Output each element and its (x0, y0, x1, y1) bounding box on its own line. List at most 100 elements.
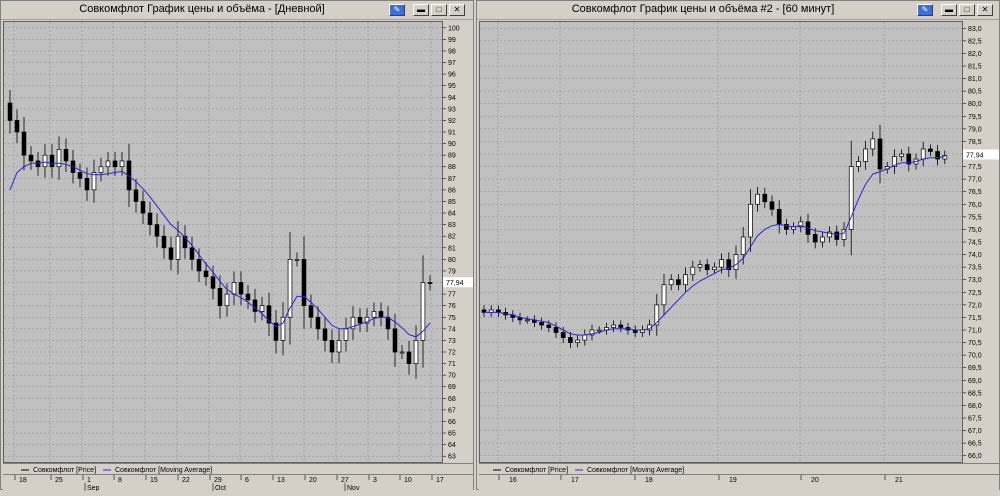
y-tick-label: 72,0 (968, 302, 982, 309)
minimize-button[interactable]: ▬ (413, 4, 429, 16)
y-tick-label: 86 (448, 187, 456, 194)
y-tick-label: 66 (448, 419, 456, 426)
candle-body (294, 259, 300, 261)
y-tick-label: 77,0 (968, 177, 982, 184)
candle-body (697, 264, 703, 268)
candle-body (329, 340, 335, 353)
candle-body (7, 102, 13, 121)
candle-body (217, 287, 223, 307)
candle-body (315, 316, 321, 330)
y-tick-label: 66,0 (968, 453, 982, 460)
x-day-label: 17 (571, 477, 579, 484)
y-tick-label: 98 (448, 48, 456, 55)
hourly-candlestick-chart (480, 22, 962, 462)
candle-body (28, 154, 34, 162)
candle-body (539, 322, 544, 326)
candle-body (112, 160, 118, 168)
y-tick-label: 67,0 (968, 428, 982, 435)
candle-body (928, 148, 933, 152)
y-tick-label: 70 (448, 373, 456, 380)
daily-chart-window: Совкомфлот График цены и объёма - [Дневн… (0, 0, 474, 492)
candle-body (834, 231, 840, 240)
candle-body (154, 224, 160, 237)
x-month-label: Sep (87, 485, 100, 491)
y-tick-label: 92 (448, 118, 456, 125)
y-tick-label: 81 (448, 245, 456, 252)
y-tick-label: 99 (448, 37, 456, 44)
y-tick-label: 82 (448, 234, 456, 241)
candle-body (119, 160, 125, 168)
candle-body (920, 148, 926, 160)
x-day-label: 17 (436, 477, 444, 484)
y-tick-label: 91 (448, 130, 456, 137)
x-day-label: 18 (645, 477, 653, 484)
x-day-label: 8 (118, 477, 122, 484)
last-price-label: 77,94 (966, 153, 984, 160)
y-tick-label: 66,5 (968, 441, 982, 448)
price-axis: 100 99 98 97 96 95 94 93 92 91 90 89 88 87 86 85 84 83 82 8… (443, 21, 473, 463)
y-tick-label: 68 (448, 396, 456, 403)
close-button[interactable]: ✕ (449, 4, 465, 16)
candle-body (546, 324, 552, 328)
y-tick-label: 95 (448, 83, 456, 90)
y-tick-label: 84 (448, 211, 456, 218)
candle-body (618, 324, 624, 328)
candle-body (668, 279, 674, 286)
minimize-button[interactable]: ▬ (941, 4, 957, 16)
date-axis: 18 25 1 8 15 22 29 6 13 20 27 3 10 17 Sep Oct Nov (3, 474, 473, 492)
y-tick-label: 71 (448, 361, 456, 368)
candle-body (856, 161, 861, 167)
y-tick-label: 79,0 (968, 126, 982, 133)
y-tick-label: 80,0 (968, 101, 982, 108)
price-plot-area[interactable] (3, 21, 443, 463)
y-tick-label: 64 (448, 442, 456, 449)
price-axis: 83,0 82,5 82,0 81,5 81,0 80,5 80,0 79,5 79,0 78,5… (963, 21, 999, 463)
y-tick-label: 82,5 (968, 38, 982, 45)
maximize-button[interactable]: □ (431, 4, 447, 16)
candle-body (611, 324, 616, 328)
x-day-label: 15 (150, 477, 158, 484)
candle-body (21, 131, 27, 156)
candle-body (399, 351, 405, 354)
x-day-label: 21 (895, 477, 903, 484)
maximize-button[interactable]: □ (959, 4, 975, 16)
x-day-label: 10 (404, 477, 412, 484)
legend-price-label: Совкомфлот [Price] (33, 467, 96, 474)
title-bar[interactable]: Совкомфлот График цены и объёма #2 - [60… (477, 1, 999, 20)
legend-price-label: Совкомфлот [Price] (505, 467, 568, 474)
hourly-chart-window: Совкомфлот График цены и объёма #2 - [60… (476, 0, 1000, 491)
x-day-label: 27 (341, 477, 349, 484)
candle-body (98, 166, 104, 173)
y-tick-label: 71,0 (968, 328, 982, 335)
candle-body (661, 284, 667, 306)
candle-body (568, 337, 573, 343)
y-tick-label: 83 (448, 222, 456, 229)
candle-body (769, 201, 775, 210)
price-plot-area[interactable] (479, 21, 963, 463)
y-tick-label: 76,0 (968, 202, 982, 209)
candle-body (238, 282, 244, 295)
close-button[interactable]: ✕ (977, 4, 993, 16)
pin-icon[interactable]: ✎ (389, 4, 405, 16)
y-tick-label: 73,5 (968, 265, 982, 272)
x-day-label: 20 (811, 477, 819, 484)
candle-body (133, 189, 139, 202)
y-tick-label: 82,0 (968, 51, 982, 58)
x-day-label: 29 (214, 477, 222, 484)
x-day-label: 3 (373, 477, 377, 484)
y-tick-label: 75,0 (968, 227, 982, 234)
y-tick-label: 67 (448, 407, 456, 414)
candle-body (210, 276, 216, 289)
candle-body (524, 319, 530, 322)
y-tick-label: 72,5 (968, 290, 982, 297)
y-tick-label: 77,5 (968, 164, 982, 171)
y-tick-label: 72 (448, 350, 456, 357)
candle-body (740, 236, 746, 255)
y-tick-label: 81,0 (968, 76, 982, 83)
candle-body (56, 149, 62, 168)
y-tick-label: 97 (448, 60, 456, 67)
pin-icon[interactable]: ✎ (917, 4, 933, 16)
y-tick-label: 67,5 (968, 416, 982, 423)
y-tick-label: 79,5 (968, 114, 982, 121)
title-bar[interactable]: Совкомфлот График цены и объёма - [Дневн… (1, 1, 473, 20)
